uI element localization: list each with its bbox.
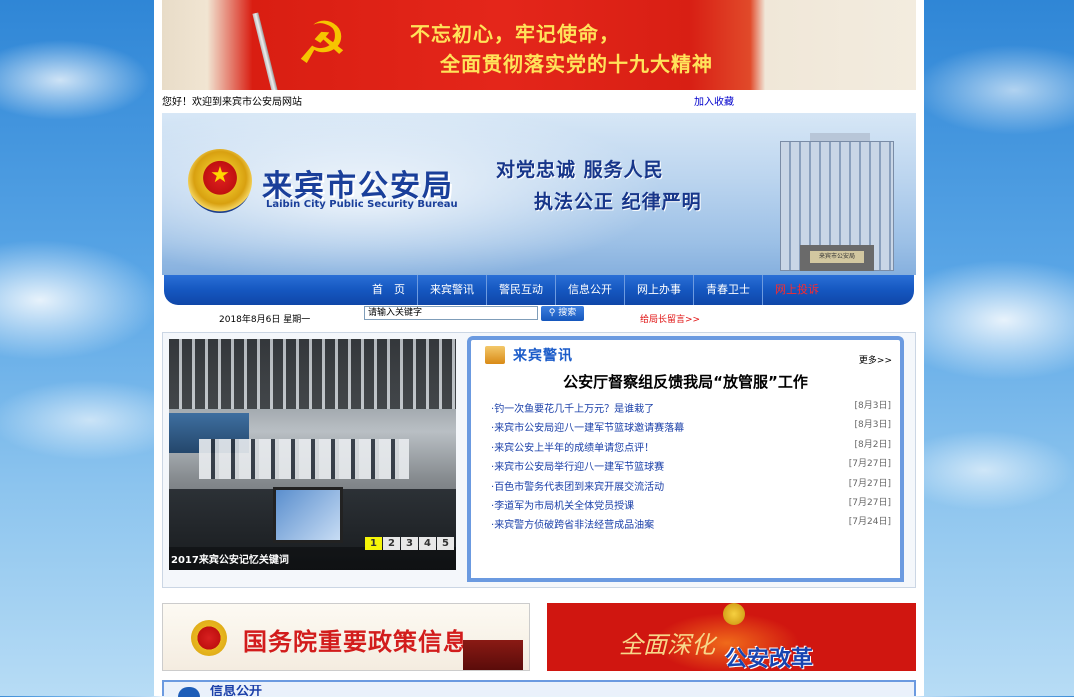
slider-page-2[interactable]: 2	[383, 537, 400, 550]
nav-item-info-disclosure[interactable]: 信息公开	[556, 275, 625, 305]
news-list: ·钓一次鱼要花几千上万元？是谁栽了 [8月3日] ·来宾市公安局迎八一建军节篮球邀…	[491, 400, 891, 536]
info-disclosure-title: 信息公开	[210, 685, 263, 696]
party-emblem-icon: ☭	[296, 9, 348, 77]
flagpole	[252, 12, 278, 90]
main-nav: 首 页 来宾警讯 警民互动 信息公开 网上办事 青春卫士 网上投诉	[164, 275, 914, 305]
search-button[interactable]: ⚲ 搜索	[541, 306, 584, 321]
book-icon	[463, 640, 523, 670]
nav-item-police-news[interactable]: 来宾警讯	[418, 275, 487, 305]
reform-banner-text: 公安改革	[725, 647, 814, 671]
news-headline[interactable]: 公安厅督察组反馈我局“放管服”工作	[471, 371, 900, 392]
current-date: 2018年8月6日 星期一	[219, 315, 311, 325]
news-item[interactable]: ·李道军为市局机关全体党员授课 [7月27日]	[491, 497, 891, 516]
slogan-line-1: 不忘初心，牢记使命，	[410, 22, 620, 46]
news-folder-icon	[485, 346, 505, 364]
search-input[interactable]	[364, 306, 538, 320]
message-to-chief-link[interactable]: 给局长留言>>	[640, 312, 700, 325]
news-item[interactable]: ·来宾公安上半年的成绩单请您点评！ [8月2日]	[491, 439, 891, 458]
news-item[interactable]: ·钓一次鱼要花几千上万元？是谁栽了 [8月3日]	[491, 400, 891, 419]
motto-line-2: 执法公正 纪律严明	[534, 191, 702, 213]
welcome-text: 您好！欢迎到来宾市公安局网站	[162, 97, 302, 108]
nav-item-online-services[interactable]: 网上办事	[625, 275, 694, 305]
reform-calligraphy: 全面深化	[619, 631, 715, 659]
slider-page-5[interactable]: 5	[437, 537, 454, 550]
photo-slider[interactable]: 2017来宾公安记忆关键词 1 2 3 4 5	[169, 339, 456, 570]
police-reform-banner[interactable]: 全面深化 公安改革	[547, 603, 916, 671]
search-icon: ⚲	[548, 308, 556, 318]
news-item[interactable]: ·百色市警务代表团到来宾开展交流活动 [7月27日]	[491, 478, 891, 497]
slider-page-1[interactable]: 1	[365, 537, 382, 550]
info-disclosure-section: 信息公开	[162, 680, 916, 697]
news-item[interactable]: ·来宾市公安局举行迎八一建军节篮球赛 [7月27日]	[491, 458, 891, 477]
nav-item-youth-guard[interactable]: 青春卫士	[694, 275, 763, 305]
national-emblem-icon	[191, 620, 227, 656]
welcome-bar: 您好！欢迎到来宾市公安局网站 加入收藏	[162, 95, 916, 111]
state-council-policy-banner[interactable]: 国务院重要政策信息	[162, 603, 530, 671]
police-badge-icon	[723, 603, 745, 625]
news-panel: 来宾警讯 更多>> 公安厅督察组反馈我局“放管服”工作 ·钓一次鱼要花几千上万元…	[467, 336, 904, 582]
add-bookmark-link[interactable]: 加入收藏	[694, 95, 734, 111]
site-header: ★ 来宾市公安局 Laibin City Public Security Bur…	[162, 113, 916, 275]
news-item[interactable]: ·来宾市公安局迎八一建军节篮球邀请赛落幕 [8月3日]	[491, 419, 891, 438]
building-plate: 来宾市公安局	[810, 251, 864, 263]
nav-item-interaction[interactable]: 警民互动	[487, 275, 556, 305]
slider-page-3[interactable]: 3	[401, 537, 418, 550]
slogan-line-2: 全面贯彻落实党的十九大精神	[440, 52, 713, 76]
background-sky-right	[924, 0, 1074, 696]
nav-item-online-complaint[interactable]: 网上投诉	[763, 275, 831, 305]
news-item[interactable]: ·来宾警方侦破跨省非法经营成品油案 [7月24日]	[491, 516, 891, 535]
state-council-banner-text: 国务院重要政策信息	[243, 628, 468, 656]
headquarters-building-image: 来宾市公安局	[760, 133, 910, 273]
news-panel-body: 公安厅督察组反馈我局“放管服”工作 ·钓一次鱼要花几千上万元？是谁栽了 [8月3日…	[467, 364, 904, 582]
news-panel-title: 来宾警讯	[513, 348, 573, 364]
search-button-label: 搜索	[558, 308, 577, 318]
motto-line-1: 对党忠诚 服务人民	[496, 159, 664, 181]
police-emblem-icon: ★	[188, 149, 252, 213]
news-panel-header: 来宾警讯 更多>>	[467, 336, 904, 366]
site-title-english: Laibin City Public Security Bureau	[266, 199, 458, 210]
main-content: 2017来宾公安记忆关键词 1 2 3 4 5 来宾警讯 更多>> 公安厅督察组…	[162, 332, 916, 588]
slider-page-4[interactable]: 4	[419, 537, 436, 550]
background-sky-left	[0, 0, 160, 696]
page-container: ☭ 不忘初心，牢记使命， 全面贯彻落实党的十九大精神 您好！欢迎到来宾市公安局网…	[154, 0, 924, 697]
slide-caption: 2017来宾公安记忆关键词	[169, 547, 456, 570]
nav-item-home[interactable]: 首 页	[360, 275, 418, 305]
slider-pager: 1 2 3 4 5	[364, 537, 454, 550]
party-slogan-banner: ☭ 不忘初心，牢记使命， 全面贯彻落实党的十九大精神	[162, 0, 916, 90]
